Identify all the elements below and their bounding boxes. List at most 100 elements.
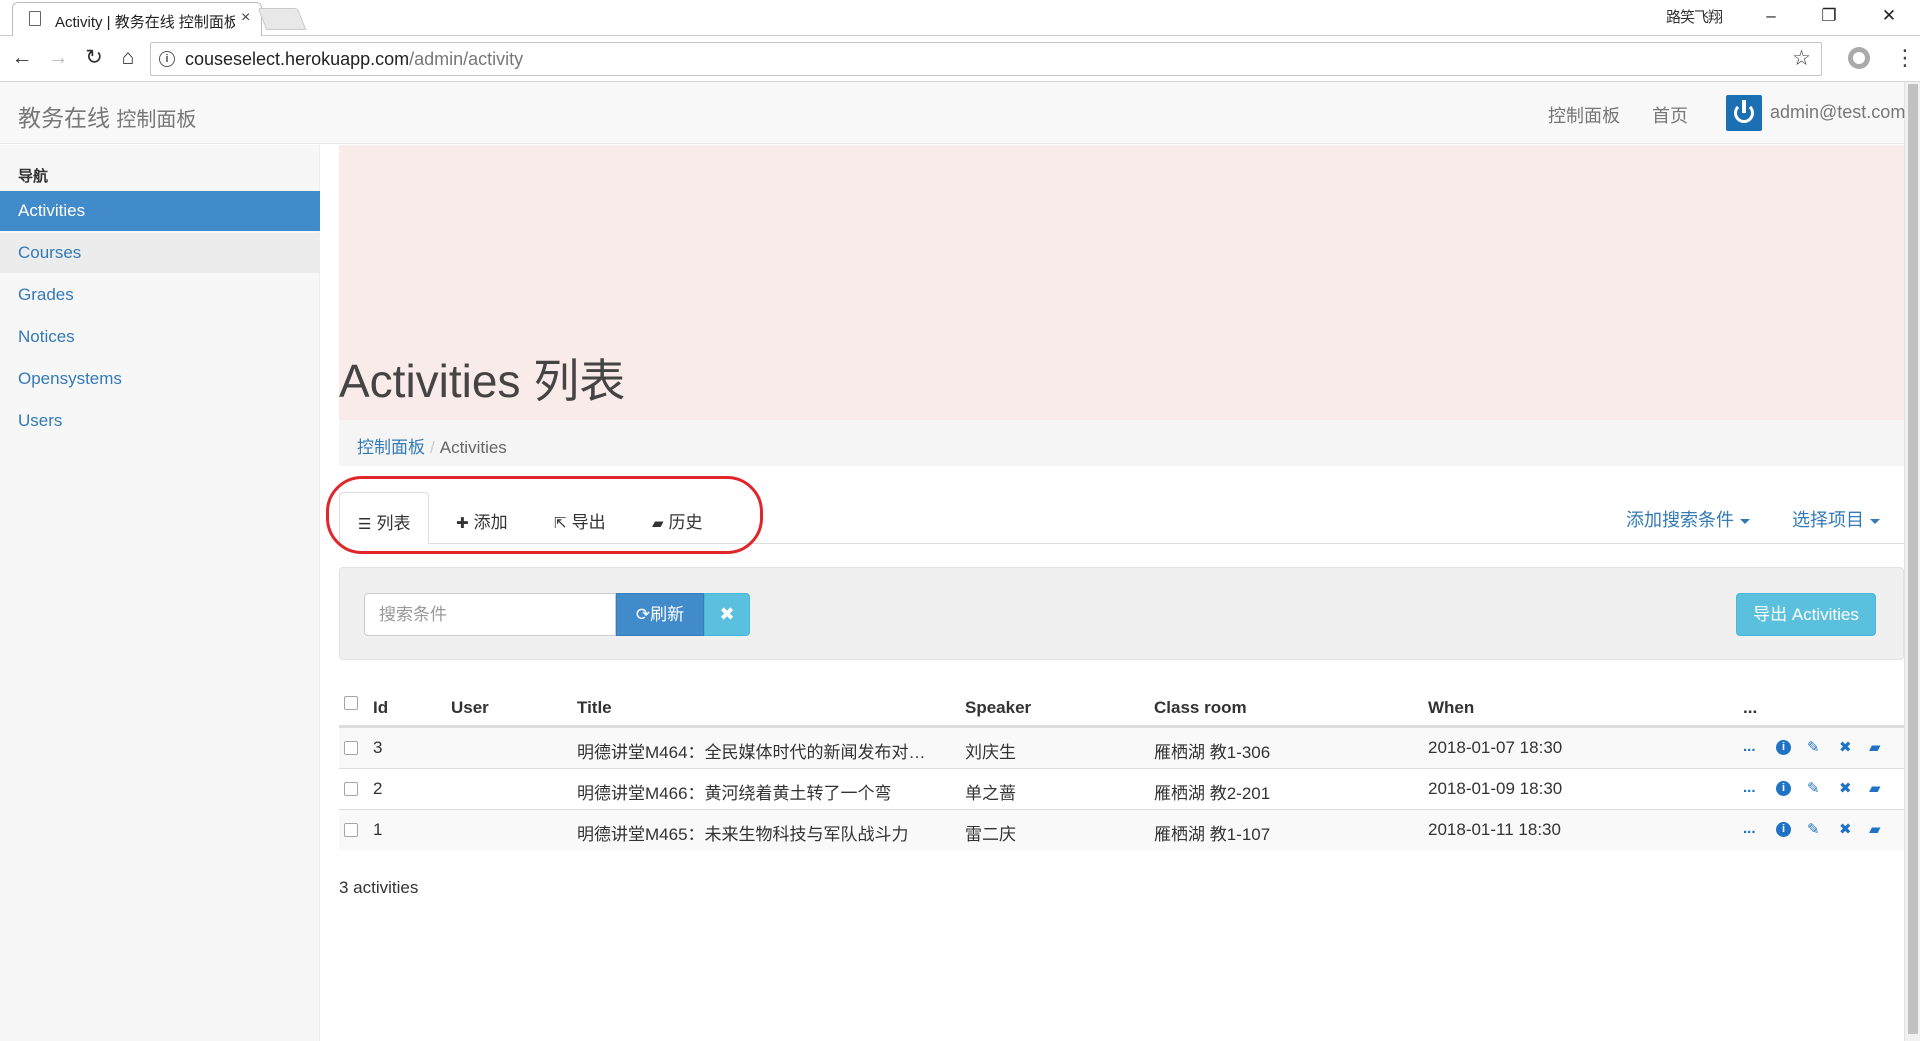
cell-id[interactable]: 1 — [373, 820, 382, 840]
page-header: Activities 列表 — [339, 145, 1904, 420]
edit-icon[interactable]: ✎ — [1807, 820, 1820, 838]
site-info-icon[interactable]: i — [159, 51, 175, 67]
forward-icon[interactable]: → — [44, 44, 72, 72]
cell-speaker: 雷二庆 — [965, 825, 1016, 844]
tab-close-icon[interactable]: × — [241, 9, 250, 27]
bookmark-star-icon[interactable]: ☆ — [1792, 46, 1811, 71]
close-window-button[interactable]: ✕ — [1874, 4, 1904, 28]
delete-icon[interactable]: ✖ — [1839, 779, 1852, 797]
table-row: 3 明德讲堂M464：全民媒体时代的新闻发布对… 刘庆生 雁栖湖 教1-306 … — [339, 727, 1904, 768]
sidebar-header: 导航 — [18, 168, 49, 185]
cell-title: 明德讲堂M465：未来生物科技与军队战斗力 — [577, 825, 909, 844]
caret-down-icon — [1740, 518, 1750, 524]
extension-icon[interactable] — [1848, 47, 1870, 69]
back-icon[interactable]: ← — [8, 44, 36, 72]
sidebar-item-opensystems[interactable]: Opensystems — [0, 359, 320, 399]
cell-when: 2018-01-09 18:30 — [1428, 779, 1563, 798]
cell-speaker: 单之蔷 — [965, 784, 1016, 803]
column-header-user[interactable]: User — [451, 698, 489, 718]
more-icon[interactable]: ... — [1743, 779, 1756, 796]
cell-class-room: 雁栖湖 教1-306 — [1154, 743, 1271, 762]
page-scrollbar[interactable] — [1904, 82, 1920, 1041]
history-icon[interactable]: ▰ — [1869, 779, 1881, 797]
record-count: 3 activities — [339, 878, 419, 897]
nav-link-home[interactable]: 首页 — [1652, 102, 1688, 128]
more-icon[interactable]: ... — [1743, 738, 1756, 755]
cell-speaker: 刘庆生 — [965, 743, 1016, 762]
more-icon[interactable]: ... — [1743, 820, 1756, 837]
edit-icon[interactable]: ✎ — [1807, 779, 1820, 797]
info-icon[interactable]: i — [1776, 781, 1791, 796]
cell-id[interactable]: 2 — [373, 779, 382, 799]
select-columns-dropdown[interactable]: 选择项目 — [1792, 506, 1880, 532]
breadcrumb-current: Activities — [439, 438, 507, 457]
row-checkbox[interactable] — [344, 823, 358, 837]
cell-title: 明德讲堂M466：黄河绕着黄土转了一个弯 — [577, 784, 892, 803]
window-user-label: 路笑飞翔 — [1666, 9, 1723, 26]
avatar[interactable] — [1726, 95, 1762, 131]
address-url[interactable]: couseselect.herokuapp.com/admin/activity — [185, 49, 523, 70]
browser-tab[interactable]: Activity | 教务在线 控制面板 × — [12, 2, 262, 36]
edit-icon[interactable]: ✎ — [1807, 738, 1820, 756]
breadcrumb-separator: / — [430, 438, 435, 457]
browser-tab-title: Activity | 教务在线 控制面板 — [55, 14, 235, 31]
search-input[interactable] — [364, 593, 616, 636]
activities-table: Id User Title Speaker Class room When ..… — [339, 686, 1904, 850]
column-header-id[interactable]: Id — [373, 698, 388, 718]
row-checkbox[interactable] — [344, 741, 358, 755]
cell-class-room: 雁栖湖 教1-107 — [1154, 825, 1271, 844]
document-icon — [29, 11, 41, 26]
select-all-checkbox[interactable] — [344, 696, 358, 710]
row-checkbox[interactable] — [344, 782, 358, 796]
cell-class-room: 雁栖湖 教2-201 — [1154, 784, 1271, 803]
column-header-actions: ... — [1743, 698, 1758, 717]
new-tab-button[interactable] — [257, 8, 307, 30]
annotation-highlight-circle — [326, 476, 763, 554]
browser-menu-icon[interactable]: ⋮ — [1894, 44, 1916, 72]
clear-search-button[interactable]: ✖ — [704, 593, 750, 636]
sidebar-item-activities[interactable]: Activities — [0, 191, 320, 231]
close-icon: ✖ — [719, 604, 735, 624]
home-icon[interactable]: ⌂ — [114, 44, 142, 72]
user-email[interactable]: admin@test.com — [1770, 102, 1905, 123]
scrollbar-thumb[interactable] — [1908, 84, 1918, 1034]
nav-link-dashboard[interactable]: 控制面板 — [1548, 102, 1620, 128]
sidebar-item-courses[interactable]: Courses — [0, 233, 320, 273]
cell-when: 2018-01-11 18:30 — [1428, 820, 1561, 839]
maximize-button[interactable]: ❐ — [1814, 4, 1844, 28]
history-icon[interactable]: ▰ — [1869, 738, 1881, 756]
history-icon[interactable]: ▰ — [1869, 820, 1881, 838]
brand[interactable]: 教务在线 控制面板 — [18, 99, 196, 133]
browser-toolbar: ← → ↻ ⌂ i couseselect.herokuapp.com/admi… — [0, 36, 1920, 82]
sidebar-item-grades[interactable]: Grades — [0, 275, 320, 315]
breadcrumb-home[interactable]: 控制面板 — [357, 438, 425, 457]
column-header-title[interactable]: Title — [577, 698, 612, 718]
sidebar-item-users[interactable]: Users — [0, 401, 320, 441]
cell-id[interactable]: 3 — [373, 738, 382, 758]
minimize-button[interactable]: – — [1756, 4, 1786, 28]
reload-icon[interactable]: ↻ — [80, 44, 108, 72]
caret-down-icon — [1870, 518, 1880, 524]
table-row: 1 明德讲堂M465：未来生物科技与军队战斗力 雷二庆 雁栖湖 教1-107 2… — [339, 809, 1904, 850]
info-icon[interactable]: i — [1776, 740, 1791, 755]
delete-icon[interactable]: ✖ — [1839, 820, 1852, 838]
page-title: Activities 列表 — [339, 355, 626, 407]
add-filter-dropdown[interactable]: 添加搜索条件 — [1626, 506, 1750, 532]
delete-icon[interactable]: ✖ — [1839, 738, 1852, 756]
table-header: Id User Title Speaker Class room When ..… — [339, 686, 1904, 727]
sidebar: 导航 Activities Courses Grades Notices Ope… — [0, 145, 320, 1041]
info-icon[interactable]: i — [1776, 822, 1791, 837]
browser-tabstrip: Activity | 教务在线 控制面板 × 路笑飞翔 – ❐ ✕ — [0, 0, 1920, 36]
app-navbar: 教务在线 控制面板 控制面板 首页 admin@test.com — [0, 82, 1905, 144]
search-panel: ⟳刷新 ✖ 导出 Activities — [339, 567, 1904, 660]
column-header-speaker[interactable]: Speaker — [965, 698, 1031, 718]
sidebar-item-notices[interactable]: Notices — [0, 317, 320, 357]
address-bar[interactable]: i couseselect.herokuapp.com/admin/activi… — [150, 42, 1822, 76]
column-header-when[interactable]: When — [1428, 698, 1474, 718]
refresh-button[interactable]: ⟳刷新 — [616, 593, 704, 636]
column-header-class-room[interactable]: Class room — [1154, 698, 1247, 718]
breadcrumb: 控制面板 / Activities — [339, 420, 1904, 466]
export-activities-button[interactable]: 导出 Activities — [1736, 593, 1876, 636]
refresh-icon: ⟳ — [635, 605, 651, 624]
cell-when: 2018-01-07 18:30 — [1428, 738, 1563, 757]
